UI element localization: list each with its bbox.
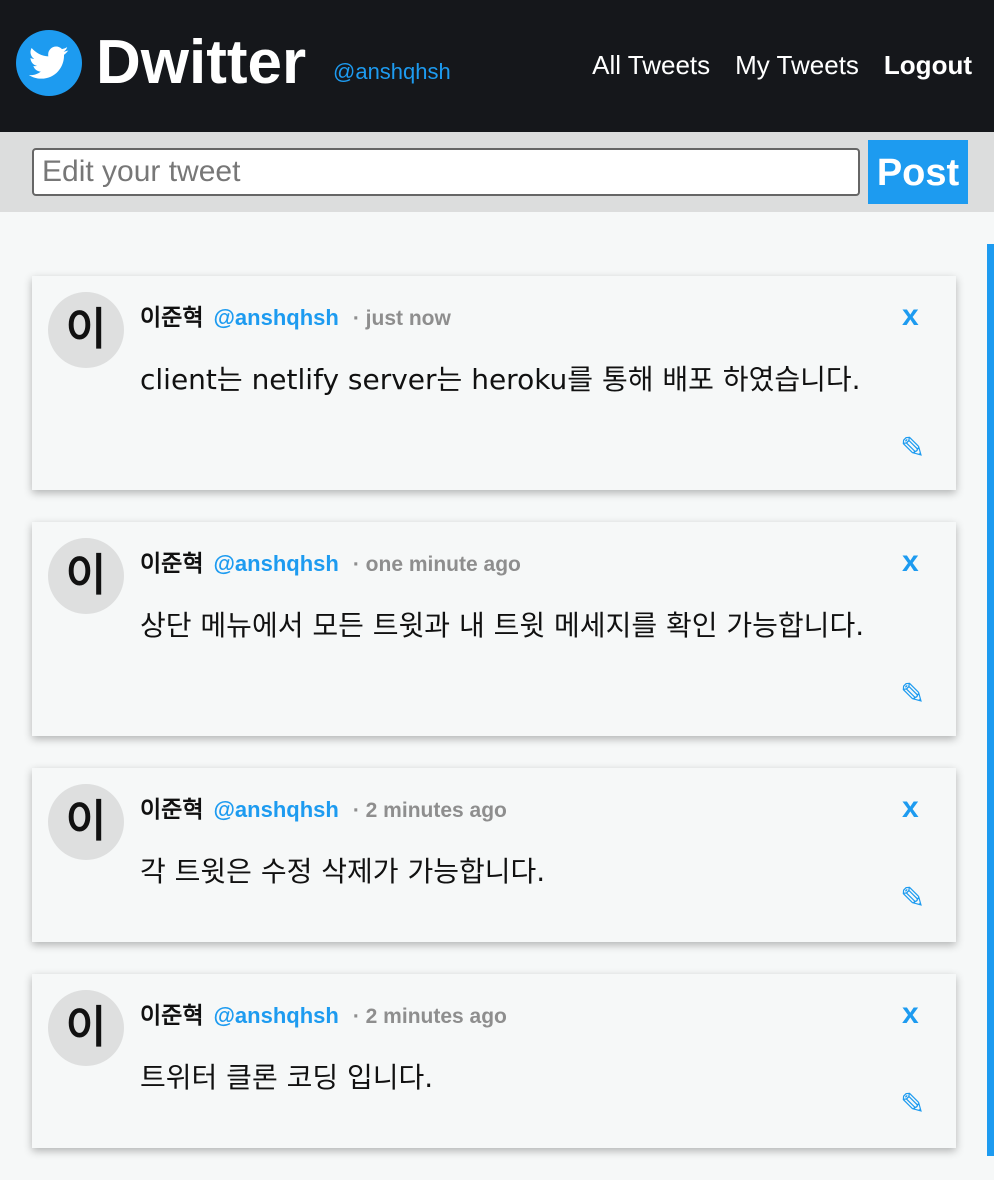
tweet-author-handle[interactable]: @anshqhsh xyxy=(213,1003,338,1029)
tweet-input[interactable] xyxy=(32,148,860,196)
avatar: 이 xyxy=(48,990,124,1066)
tweet-author-handle[interactable]: @anshqhsh xyxy=(213,797,338,823)
delete-button[interactable]: x xyxy=(902,542,919,582)
tweet-timestamp: · 2 minutes ago xyxy=(352,799,507,822)
tweet-meta: 이준혁 @anshqhsh · 2 minutes ago xyxy=(140,790,507,824)
top-nav: All Tweets My Tweets Logout xyxy=(592,48,972,82)
pencil-icon[interactable]: ✎ xyxy=(900,1088,925,1122)
tweet-author-name: 이준혁 xyxy=(140,305,204,331)
tweet-text: client는 netlify server는 heroku를 통해 배포 하였… xyxy=(140,363,861,396)
avatar: 이 xyxy=(48,292,124,368)
delete-button[interactable]: x xyxy=(902,788,919,828)
nav-all-tweets[interactable]: All Tweets xyxy=(592,48,710,82)
scrollbar[interactable] xyxy=(987,244,994,1156)
pencil-icon[interactable]: ✎ xyxy=(900,882,925,916)
tweet-text: 각 트윗은 수정 삭제가 가능합니다. xyxy=(140,855,546,888)
tweet-text: 상단 메뉴에서 모든 트윗과 내 트윗 메세지를 확인 가능합니다. xyxy=(140,609,865,642)
tweet-timestamp: · just now xyxy=(352,307,451,330)
tweet-card: 이 이준혁 @anshqhsh · 2 minutes ago 트위터 클론 코… xyxy=(32,974,956,1148)
post-button[interactable]: Post xyxy=(868,140,968,204)
tweet-author-name: 이준혁 xyxy=(140,1003,204,1029)
tweet-card: 이 이준혁 @anshqhsh · 2 minutes ago 각 트윗은 수정… xyxy=(32,768,956,942)
pencil-icon[interactable]: ✎ xyxy=(900,678,925,712)
compose-bar: Post xyxy=(0,132,994,212)
tweet-author-handle[interactable]: @anshqhsh xyxy=(213,305,338,331)
nav-logout[interactable]: Logout xyxy=(884,48,972,82)
app-title: Dwitter xyxy=(96,28,307,97)
current-user-handle: @anshqhsh xyxy=(333,59,451,84)
tweet-meta: 이준혁 @anshqhsh · just now xyxy=(140,298,451,332)
pencil-icon[interactable]: ✎ xyxy=(900,432,925,466)
avatar: 이 xyxy=(48,784,124,860)
app-header: Dwitter @anshqhsh All Tweets My Tweets L… xyxy=(0,0,994,132)
delete-button[interactable]: x xyxy=(902,994,919,1034)
twitter-bird-icon[interactable] xyxy=(16,30,82,96)
delete-button[interactable]: x xyxy=(902,296,919,336)
avatar: 이 xyxy=(48,538,124,614)
bird-shape xyxy=(29,46,69,79)
tweet-feed: 이 이준혁 @anshqhsh · just now client는 netli… xyxy=(32,276,956,1180)
tweet-card: 이 이준혁 @anshqhsh · just now client는 netli… xyxy=(32,276,956,490)
tweet-timestamp: · one minute ago xyxy=(352,553,521,576)
tweet-text: 트위터 클론 코딩 입니다. xyxy=(140,1061,434,1094)
tweet-card: 이 이준혁 @anshqhsh · one minute ago 상단 메뉴에서… xyxy=(32,522,956,736)
tweet-timestamp: · 2 minutes ago xyxy=(352,1005,507,1028)
nav-my-tweets[interactable]: My Tweets xyxy=(735,48,859,82)
tweet-meta: 이준혁 @anshqhsh · one minute ago xyxy=(140,544,521,578)
tweet-author-name: 이준혁 xyxy=(140,797,204,823)
tweet-author-handle[interactable]: @anshqhsh xyxy=(213,551,338,577)
tweet-author-name: 이준혁 xyxy=(140,551,204,577)
tweet-meta: 이준혁 @anshqhsh · 2 minutes ago xyxy=(140,996,507,1030)
